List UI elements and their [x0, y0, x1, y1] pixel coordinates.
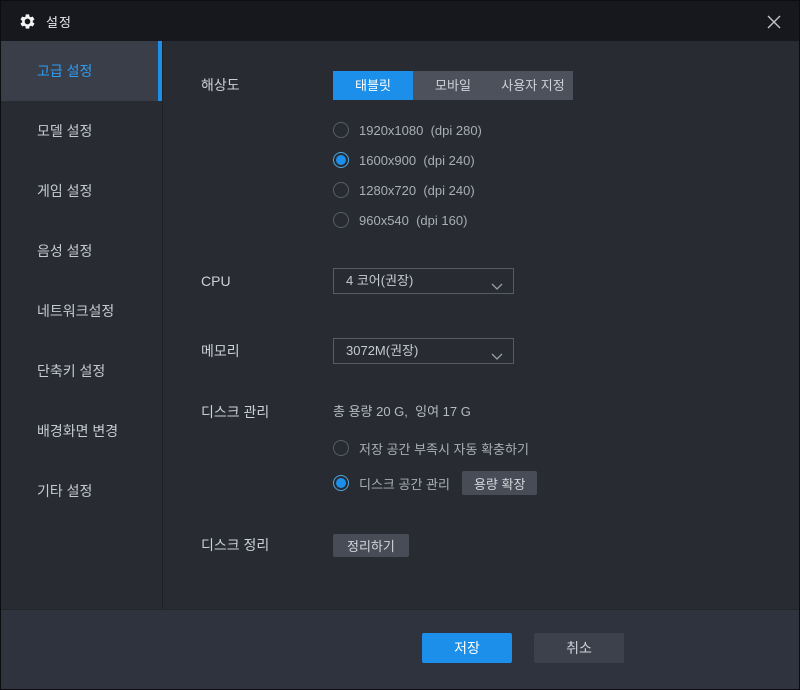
radio-label: 1920x1080 (dpi 280)	[359, 122, 482, 138]
cleanup-button[interactable]: 정리하기	[333, 534, 409, 557]
disk-management-label: 디스크 관리	[201, 404, 270, 420]
memory-select-value: 3072M(권장)	[346, 343, 419, 358]
disk-capacity-info: 총 용량 20 G, 잉여 17 G	[333, 404, 471, 419]
sidebar-item-shortcut-settings[interactable]: 단축키 설정	[1, 341, 162, 401]
resolution-label: 해상도	[201, 77, 240, 93]
radio-label: 저장 공간 부족시 자동 확충하기	[359, 441, 529, 457]
memory-label: 메모리	[201, 343, 240, 359]
sidebar-item-model-settings[interactable]: 모델 설정	[1, 101, 162, 161]
sidebar-item-game-settings[interactable]: 게임 설정	[1, 161, 162, 221]
close-icon[interactable]	[761, 9, 787, 35]
radio-label: 960x540 (dpi 160)	[359, 212, 468, 228]
chevron-down-icon	[491, 278, 503, 296]
radio-1280x720[interactable]: 1280x720 (dpi 240)	[333, 175, 482, 205]
titlebar: 설정	[1, 1, 799, 41]
disk-cleanup-label: 디스크 정리	[201, 537, 270, 553]
radio-label: 1280x720 (dpi 240)	[359, 182, 475, 198]
footer-bar: 저장 취소	[1, 609, 799, 689]
tab-custom[interactable]: 사용자 지정	[493, 71, 573, 100]
sidebar-item-network-settings[interactable]: 네트워크설정	[1, 281, 162, 341]
sidebar-item-other-settings[interactable]: 기타 설정	[1, 461, 162, 521]
window-title: 설정	[46, 14, 72, 30]
chevron-down-icon	[491, 348, 503, 366]
cpu-label: CPU	[201, 273, 231, 289]
sidebar-item-wallpaper-settings[interactable]: 배경화면 변경	[1, 401, 162, 461]
tab-mobile[interactable]: 모바일	[413, 71, 493, 100]
radio-icon	[333, 440, 349, 456]
settings-window: 설정 고급 설정 모델 설정 게임 설정 음성 설정 네트워크설정 단축키 설정…	[0, 0, 800, 690]
cpu-select[interactable]: 4 코어(권장)	[333, 268, 514, 294]
radio-icon	[333, 122, 349, 138]
save-button[interactable]: 저장	[422, 633, 512, 663]
gear-icon	[19, 13, 36, 30]
radio-selected-icon	[333, 152, 349, 168]
cancel-button[interactable]: 취소	[534, 633, 624, 663]
sidebar-item-voice-settings[interactable]: 음성 설정	[1, 221, 162, 281]
radio-1920x1080[interactable]: 1920x1080 (dpi 280)	[333, 115, 482, 145]
sidebar-item-advanced-settings[interactable]: 고급 설정	[1, 41, 162, 101]
radio-icon	[333, 212, 349, 228]
memory-select[interactable]: 3072M(권장)	[333, 338, 514, 364]
tab-tablet[interactable]: 태블릿	[333, 71, 413, 100]
sidebar: 고급 설정 모델 설정 게임 설정 음성 설정 네트워크설정 단축키 설정 배경…	[1, 41, 163, 609]
radio-auto-expand-storage[interactable]: 저장 공간 부족시 자동 확충하기	[333, 438, 529, 458]
resolution-options: 1920x1080 (dpi 280) 1600x900 (dpi 240) 1…	[333, 115, 482, 235]
radio-icon	[333, 182, 349, 198]
radio-1600x900[interactable]: 1600x900 (dpi 240)	[333, 145, 482, 175]
radio-label: 디스크 공간 관리	[359, 476, 450, 492]
radio-960x540[interactable]: 960x540 (dpi 160)	[333, 205, 482, 235]
cpu-select-value: 4 코어(권장)	[346, 273, 414, 288]
radio-disk-space-management[interactable]: 디스크 공간 관리 용량 확장	[333, 471, 538, 495]
advanced-settings-panel: 해상도 태블릿 모바일 사용자 지정 1920x1080 (dpi 280) 1…	[163, 41, 799, 609]
radio-selected-icon	[333, 475, 349, 491]
radio-label: 1600x900 (dpi 240)	[359, 152, 475, 168]
resolution-tab-group: 태블릿 모바일 사용자 지정	[333, 71, 573, 100]
expand-capacity-button[interactable]: 용량 확장	[461, 471, 538, 495]
